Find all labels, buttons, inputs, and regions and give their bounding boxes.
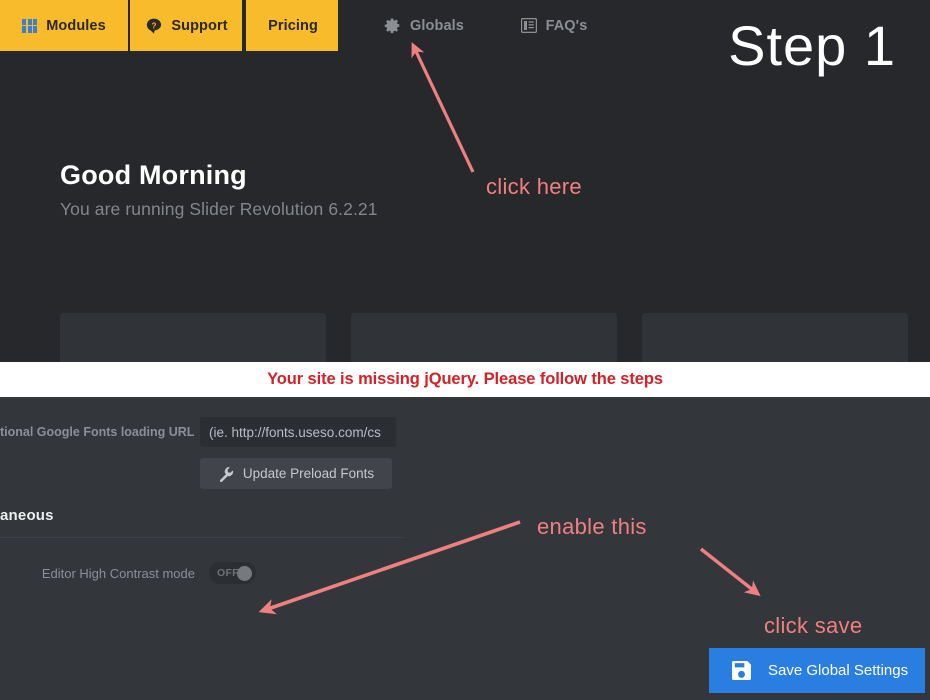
section-divider <box>0 537 405 538</box>
floppy-disk-icon <box>731 660 752 681</box>
dashboard-card[interactable] <box>642 313 908 362</box>
nav-item-globals[interactable]: Globals <box>364 0 484 51</box>
dashboard-card[interactable] <box>60 313 326 362</box>
nav-item-pricing[interactable]: Pricing <box>246 0 340 51</box>
nav-item-modules[interactable]: Modules <box>0 0 128 51</box>
nav-item-modules-label: Modules <box>46 17 106 34</box>
miscellaneous-title: aneous <box>0 507 54 524</box>
editor-high-contrast-label: Editor High Contrast mode <box>41 565 195 581</box>
step1-dashboard-panel: Modules ? Support Pricing Globals FAQ's … <box>0 0 930 362</box>
greeting-subtitle: You are running Slider Revolution 6.2.21 <box>60 199 378 219</box>
annotation-click-save: click save <box>764 613 863 638</box>
question-mark-icon: ? <box>146 18 162 34</box>
toggle-knob <box>237 565 252 581</box>
annotation-enable-this: enable this <box>537 514 647 539</box>
jquery-warning-banner: Your site is missing jQuery. Please foll… <box>0 362 930 397</box>
editor-high-contrast-row: Editor High Contrast mode OFF <box>0 562 256 584</box>
svg-text:?: ? <box>152 21 157 30</box>
annotation-click-here: click here <box>486 174 582 199</box>
miscellaneous-section: aneous <box>0 507 405 538</box>
nav-item-faqs-label: FAQ's <box>545 17 588 34</box>
dashboard-cards-row <box>60 313 910 362</box>
book-icon <box>520 18 537 33</box>
nav-item-support-label: Support <box>171 17 228 34</box>
editor-high-contrast-toggle[interactable]: OFF <box>209 562 256 584</box>
editor-high-contrast-state: OFF <box>217 567 239 579</box>
nav-item-faqs[interactable]: FAQ's <box>504 0 604 51</box>
google-fonts-url-input[interactable] <box>200 417 396 447</box>
save-global-settings-label: Save Global Settings <box>768 662 909 679</box>
nav-item-support[interactable]: ? Support <box>130 0 244 51</box>
save-global-settings-button[interactable]: Save Global Settings <box>709 648 925 693</box>
gear-icon <box>384 17 401 34</box>
dashboard-card[interactable] <box>351 313 617 362</box>
update-preload-fonts-button[interactable]: Update Preload Fonts <box>200 458 392 489</box>
grid-icon <box>22 18 38 33</box>
nav-item-globals-label: Globals <box>410 17 464 34</box>
nav-item-pricing-label: Pricing <box>268 17 318 34</box>
google-fonts-label: tional Google Fonts loading URL <box>0 425 195 439</box>
step1-label: Step 1 <box>728 14 896 77</box>
wrench-icon <box>218 466 234 482</box>
greeting-block: Good Morning You are running Slider Revo… <box>60 160 378 220</box>
greeting-title: Good Morning <box>60 160 247 190</box>
update-preload-fonts-label: Update Preload Fonts <box>242 466 375 481</box>
jquery-warning-text: Your site is missing jQuery. Please foll… <box>267 370 663 388</box>
